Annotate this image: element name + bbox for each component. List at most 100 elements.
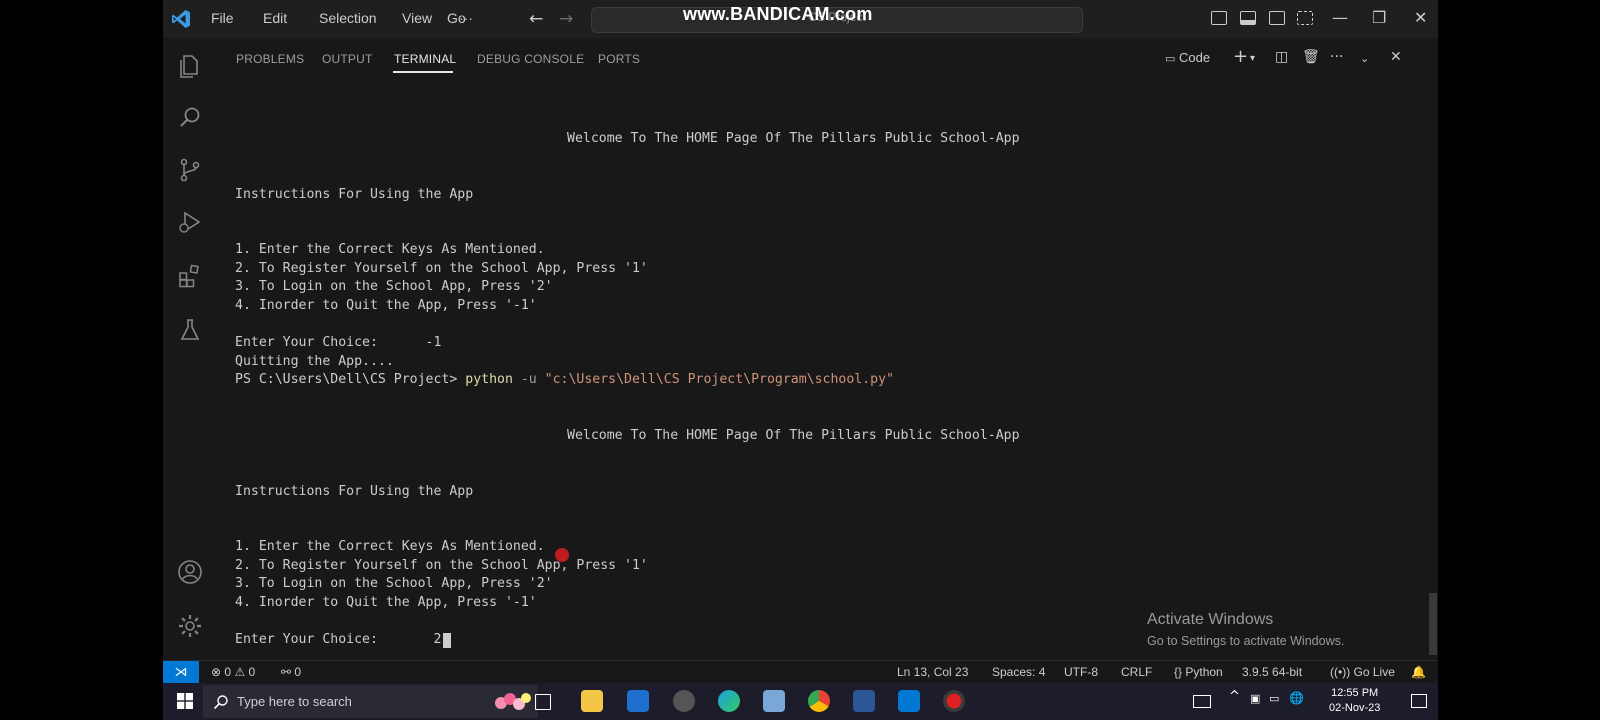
language-status[interactable]: {} Python [1174,665,1223,679]
panel-tabs: PROBLEMS OUTPUT TERMINAL DEBUG CONSOLE P… [217,38,1438,78]
menu-view[interactable]: View [402,10,432,26]
run-debug-icon[interactable] [176,208,204,236]
remote-indicator-icon[interactable]: ⋊ [163,661,199,683]
terminal-scrollbar[interactable] [1429,593,1437,655]
terminal-icon: ▭ [1165,53,1176,65]
status-bar: ⋊ ⊗ 0 ⚠ 0 ⚯ 0 Ln 13, Col 23 Spaces: 4 UT… [163,660,1438,683]
network-globe-icon[interactable]: 🌐 [1289,691,1304,705]
forward-arrow-icon[interactable]: → [559,9,573,29]
tab-terminal[interactable]: TERMINAL [394,52,456,66]
command-flag: -u [512,372,545,387]
windows-start-icon[interactable] [177,693,193,709]
go-live-label: Go Live [1353,665,1395,679]
cursor-position[interactable]: Ln 13, Col 23 [897,665,968,679]
maximize-panel-chevron-icon[interactable]: ⌄ [1360,52,1369,65]
edge-browser-icon[interactable] [718,690,740,712]
clock-time: 12:55 PM [1331,687,1379,699]
broadcast-icon: ((•)) [1330,665,1351,679]
bandicam-record-icon[interactable] [943,690,965,712]
toggle-primary-sidebar-icon[interactable] [1211,11,1227,25]
tab-debug-console[interactable]: DEBUG CONSOLE [477,52,584,66]
vscode-logo-icon [172,10,190,28]
toggle-panel-icon[interactable] [1240,11,1256,25]
close-panel-icon[interactable]: ✕ [1390,49,1402,65]
explorer-icon[interactable] [176,52,204,80]
python-interpreter[interactable]: 3.9.5 64-bit [1242,665,1302,679]
app-icon[interactable] [763,690,785,712]
source-control-icon[interactable] [176,156,204,184]
warning-count: 0 [248,665,256,679]
menu-ellipsis[interactable]: ··· [459,10,473,26]
activate-windows-subtitle: Go to Settings to activate Windows. [1147,634,1345,648]
menu-edit[interactable]: Edit [263,10,287,26]
notification-center-icon[interactable] [1411,694,1427,708]
terminal-line: 4. Inorder to Quit the App, Press '-1' [235,595,537,610]
tab-ports[interactable]: PORTS [598,52,640,66]
terminal-line: 3. To Login on the School App, Press '2' [235,576,553,591]
testing-flask-icon[interactable] [176,316,204,344]
extensions-icon[interactable] [176,262,204,290]
ports-status[interactable]: ⚯ 0 [281,665,301,679]
file-explorer-icon[interactable] [581,690,603,712]
vscode-taskbar-icon[interactable] [898,690,920,712]
terminal-command-line: PS C:\Users\Dell\CS Project> python -u "… [235,372,894,387]
tab-problems[interactable]: PROBLEMS [236,52,304,66]
terminal-line: 1. Enter the Correct Keys As Mentioned. [235,242,545,257]
app-circle-icon[interactable] [673,690,695,712]
menu-file[interactable]: File [211,10,234,26]
error-count: 0 [224,665,232,679]
system-clock[interactable]: 12:55 PM 02-Nov-23 [1329,686,1380,716]
search-icon[interactable] [176,104,204,132]
go-live-button[interactable]: ((•)) Go Live [1330,665,1395,679]
menu-selection[interactable]: Selection [319,10,377,26]
terminal-line: Welcome To The HOME Page Of The Pillars … [567,131,1020,146]
terminal-profile-dropdown[interactable]: ▭ Code [1165,50,1210,65]
taskbar-search[interactable]: Type here to search [203,685,538,718]
warning-icon: ⚠ [234,665,246,679]
battery-icon[interactable]: ▭ [1269,692,1283,706]
chrome-browser-icon[interactable] [808,690,830,712]
task-view-icon[interactable] [535,694,551,710]
terminal-line: Instructions For Using the App [235,187,474,202]
chevron-down-icon[interactable]: ▾ [1250,53,1255,64]
split-terminal-icon[interactable]: ◫ [1275,49,1288,65]
terminal-prompt: PS C:\Users\Dell\CS Project> [235,372,466,387]
toggle-secondary-sidebar-icon[interactable] [1269,11,1285,25]
encoding-status[interactable]: UTF-8 [1064,665,1098,679]
terminal-input-line: Enter Your Choice: 2 [235,632,442,647]
close-window-icon[interactable]: ✕ [1414,8,1427,27]
command-python: python [465,372,513,387]
back-arrow-icon[interactable]: ← [529,9,543,29]
customize-layout-icon[interactable] [1297,11,1313,25]
settings-gear-icon[interactable] [176,612,204,640]
problems-status[interactable]: ⊗ 0 ⚠ 0 [211,665,255,679]
notifications-bell-icon[interactable]: 🔔 [1411,665,1426,679]
keyboard-layout-icon[interactable] [1193,695,1211,708]
restore-icon[interactable]: ❐ [1372,8,1386,27]
more-actions-icon[interactable]: ··· [1330,49,1343,65]
show-hidden-icons-chevron[interactable]: ^ [1229,689,1243,704]
terminal-line: Instructions For Using the App [235,484,474,499]
new-terminal-plus-icon[interactable]: + [1233,46,1248,67]
terminal-output[interactable]: Welcome To The HOME Page Of The Pillars … [235,124,1415,664]
terminal-line: 3. To Login on the School App, Press '2' [235,279,553,294]
terminal-line: 2. To Register Yourself on the School Ap… [235,261,648,276]
minimize-icon[interactable]: — [1332,8,1348,27]
microsoft-store-icon[interactable] [627,690,649,712]
terminal-line: 1. Enter the Correct Keys As Mentioned. [235,539,545,554]
tray-app-icon[interactable]: ▣ [1250,692,1264,706]
terminal-profile-label: Code [1179,50,1211,65]
bandicam-watermark: www.BANDICAM.com [683,4,873,24]
ports-count: 0 [294,665,302,679]
error-icon: ⊗ [211,665,222,679]
kill-terminal-trash-icon[interactable]: 🗑 [1302,49,1320,65]
accounts-icon[interactable] [176,558,204,586]
braces-icon: {} [1174,665,1183,679]
eol-status[interactable]: CRLF [1121,665,1152,679]
terminal-app-icon[interactable] [853,690,875,712]
activate-windows-title: Activate Windows [1147,611,1274,628]
command-path: "c:\Users\Dell\CS Project\Program\school… [544,372,894,387]
indentation-status[interactable]: Spaces: 4 [992,665,1045,679]
tab-output[interactable]: OUTPUT [322,52,373,66]
terminal-line: Welcome To The HOME Page Of The Pillars … [567,428,1020,443]
